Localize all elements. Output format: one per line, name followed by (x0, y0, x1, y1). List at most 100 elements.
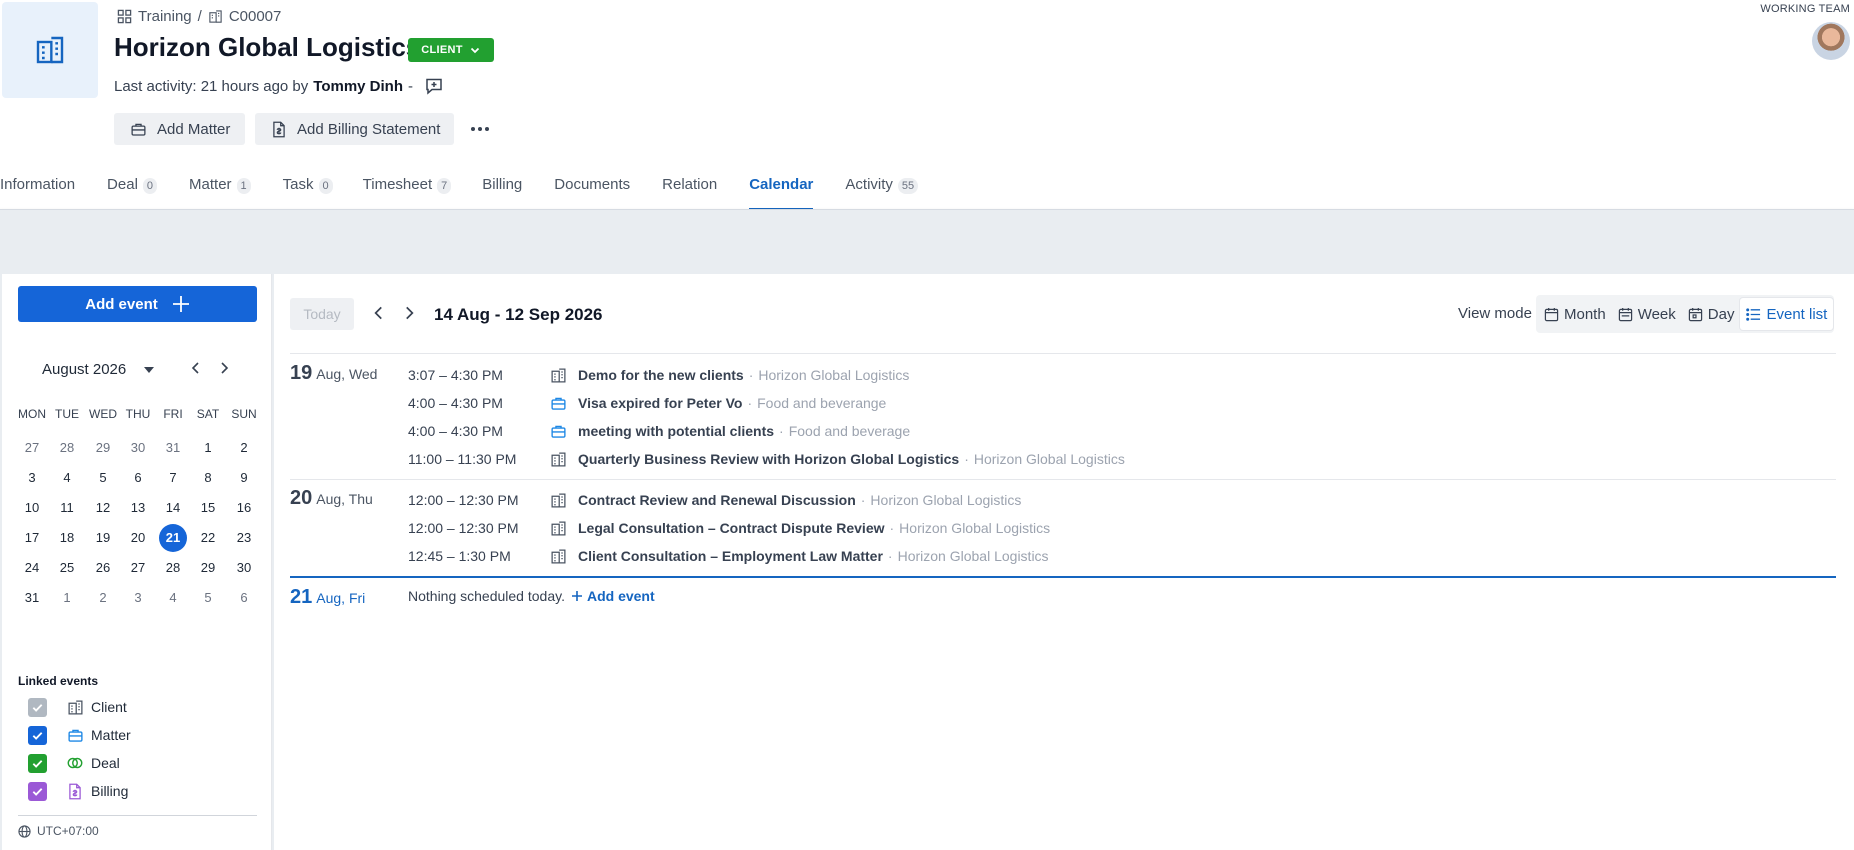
event-row[interactable]: 11:00 – 11:30 PM Quarterly Business Revie… (408, 448, 1125, 470)
calendar-day[interactable]: 18 (53, 524, 81, 552)
calendar-day[interactable]: 16 (230, 494, 258, 522)
calendar-day[interactable]: 4 (53, 464, 81, 492)
calendar-day[interactable]: 28 (159, 554, 187, 582)
calendar-day[interactable]: 30 (230, 554, 258, 582)
event-title[interactable]: meeting with potential clients (578, 423, 774, 439)
calendar-day[interactable]: 4 (159, 584, 187, 612)
event-title[interactable]: Legal Consultation – Contract Dispute Re… (578, 520, 885, 536)
tab-relation[interactable]: Relation (662, 164, 717, 210)
event-title[interactable]: Visa expired for Peter Vo (578, 395, 742, 411)
range-prev-button[interactable] (370, 304, 388, 322)
calendar-day[interactable]: 27 (18, 434, 46, 462)
view-mode-month[interactable]: Month (1538, 298, 1612, 330)
building-icon (36, 36, 64, 64)
calendar-day[interactable]: 8 (194, 464, 222, 492)
calendar-day[interactable]: 26 (89, 554, 117, 582)
calendar-day[interactable]: 1 (53, 584, 81, 612)
mini-calendar-prev-button[interactable] (188, 360, 204, 376)
calendar-day[interactable]: 7 (159, 464, 187, 492)
mini-calendar-month-select[interactable]: August 2026 (42, 361, 155, 378)
range-next-button[interactable] (400, 304, 418, 322)
mini-calendar-next-button[interactable] (216, 360, 232, 376)
tab-deal[interactable]: Deal 0 (107, 164, 158, 210)
linked-event-client[interactable]: Client (28, 697, 127, 717)
calendar-day[interactable]: 28 (53, 434, 81, 462)
linked-event-matter[interactable]: Matter (28, 725, 131, 745)
avatar[interactable] (1812, 22, 1850, 60)
event-title[interactable]: Demo for the new clients (578, 367, 744, 383)
event-row[interactable]: 12:45 – 1:30 PM Client Consultation – Emp… (408, 545, 1049, 567)
timezone[interactable]: UTC+07:00 (18, 824, 99, 838)
calendar-day[interactable]: 1 (194, 434, 222, 462)
tab-timesheet[interactable]: Timesheet 7 (363, 164, 452, 210)
calendar-day[interactable]: 29 (194, 554, 222, 582)
calendar-day[interactable]: 3 (124, 584, 152, 612)
event-row[interactable]: 12:00 – 12:30 PM Contract Review and Rene… (408, 489, 1021, 511)
view-mode-day[interactable]: Day (1682, 298, 1741, 330)
calendar-day[interactable]: 10 (18, 494, 46, 522)
checkbox[interactable] (28, 725, 47, 745)
tab-task[interactable]: Task 0 (283, 164, 333, 210)
calendar-day[interactable]: 2 (230, 434, 258, 462)
calendar-day[interactable]: 30 (124, 434, 152, 462)
tab-information[interactable]: Information (0, 164, 75, 210)
calendar-day[interactable]: 23 (230, 524, 258, 552)
add-matter-button[interactable]: Add Matter (114, 113, 245, 145)
event-row[interactable]: 4:00 – 4:30 PM meeting with potential cli… (408, 420, 910, 442)
more-options-button[interactable] (466, 113, 494, 145)
calendar-day[interactable]: 15 (194, 494, 222, 522)
today-button[interactable]: Today (290, 298, 354, 330)
breadcrumb-root[interactable]: Training (138, 8, 192, 25)
tab-billing[interactable]: Billing (482, 164, 522, 210)
event-row[interactable]: 4:00 – 4:30 PM Visa expired for Peter Vo ·… (408, 392, 886, 414)
checkbox[interactable] (28, 753, 47, 773)
calendar-day[interactable]: 20 (124, 524, 152, 552)
view-mode-event-list[interactable]: Event list (1740, 298, 1834, 330)
event-row[interactable]: 3:07 – 4:30 PM Demo for the new clients · H… (408, 364, 909, 386)
calendar-day[interactable]: 5 (194, 584, 222, 612)
add-billing-statement-button[interactable]: Add Billing Statement (255, 113, 454, 145)
view-mode-week[interactable]: Week (1612, 298, 1682, 330)
tab-documents[interactable]: Documents (554, 164, 630, 210)
calendar-day[interactable]: 14 (159, 494, 187, 522)
event-title[interactable]: Client Consultation – Employment Law Mat… (578, 548, 883, 564)
calendar-day[interactable]: 13 (124, 494, 152, 522)
event-separator: · (887, 548, 893, 564)
event-row[interactable]: 12:00 – 12:30 PM Legal Consultation – Con… (408, 517, 1050, 539)
event-title[interactable]: Contract Review and Renewal Discussion (578, 492, 856, 508)
checkbox[interactable] (28, 781, 47, 801)
calendar-day[interactable]: 17 (18, 524, 46, 552)
event-title[interactable]: Quarterly Business Review with Horizon G… (578, 451, 959, 467)
tab-calendar[interactable]: Calendar (749, 164, 814, 210)
add-comment-icon[interactable] (424, 76, 444, 96)
calendar-day[interactable]: 9 (230, 464, 258, 492)
calendar-day[interactable]: 3 (18, 464, 46, 492)
calendar-day[interactable]: 12 (89, 494, 117, 522)
calendar-day-today[interactable]: 21 (159, 524, 187, 552)
checkbox[interactable] (28, 697, 47, 717)
add-event-button[interactable]: Add event (18, 286, 257, 322)
calendar-day[interactable]: 2 (89, 584, 117, 612)
calendar-day[interactable]: 27 (124, 554, 152, 582)
event-subtitle: Horizon Global Logistics (973, 451, 1125, 467)
linked-event-billing[interactable]: Billing (28, 781, 128, 801)
weekday-header: WED (89, 407, 117, 421)
calendar-day[interactable]: 6 (230, 584, 258, 612)
status-badge[interactable]: CLIENT (408, 38, 494, 62)
calendar-day[interactable]: 29 (89, 434, 117, 462)
last-activity-user[interactable]: Tommy Dinh (313, 78, 403, 95)
tab-activity[interactable]: Activity 55 (845, 164, 919, 210)
calendar-day[interactable]: 22 (194, 524, 222, 552)
calendar-day[interactable]: 31 (159, 434, 187, 462)
add-event-link[interactable]: Add event (571, 588, 655, 604)
calendar-day[interactable]: 25 (53, 554, 81, 582)
calendar-day[interactable]: 31 (18, 584, 46, 612)
calendar-day[interactable]: 19 (89, 524, 117, 552)
tab-matter[interactable]: Matter 1 (189, 164, 251, 210)
linked-event-deal[interactable]: Deal (28, 753, 120, 773)
calendar-day[interactable]: 5 (89, 464, 117, 492)
calendar-day[interactable]: 11 (53, 494, 81, 522)
globe-icon (18, 824, 31, 838)
calendar-day[interactable]: 6 (124, 464, 152, 492)
calendar-day[interactable]: 24 (18, 554, 46, 582)
